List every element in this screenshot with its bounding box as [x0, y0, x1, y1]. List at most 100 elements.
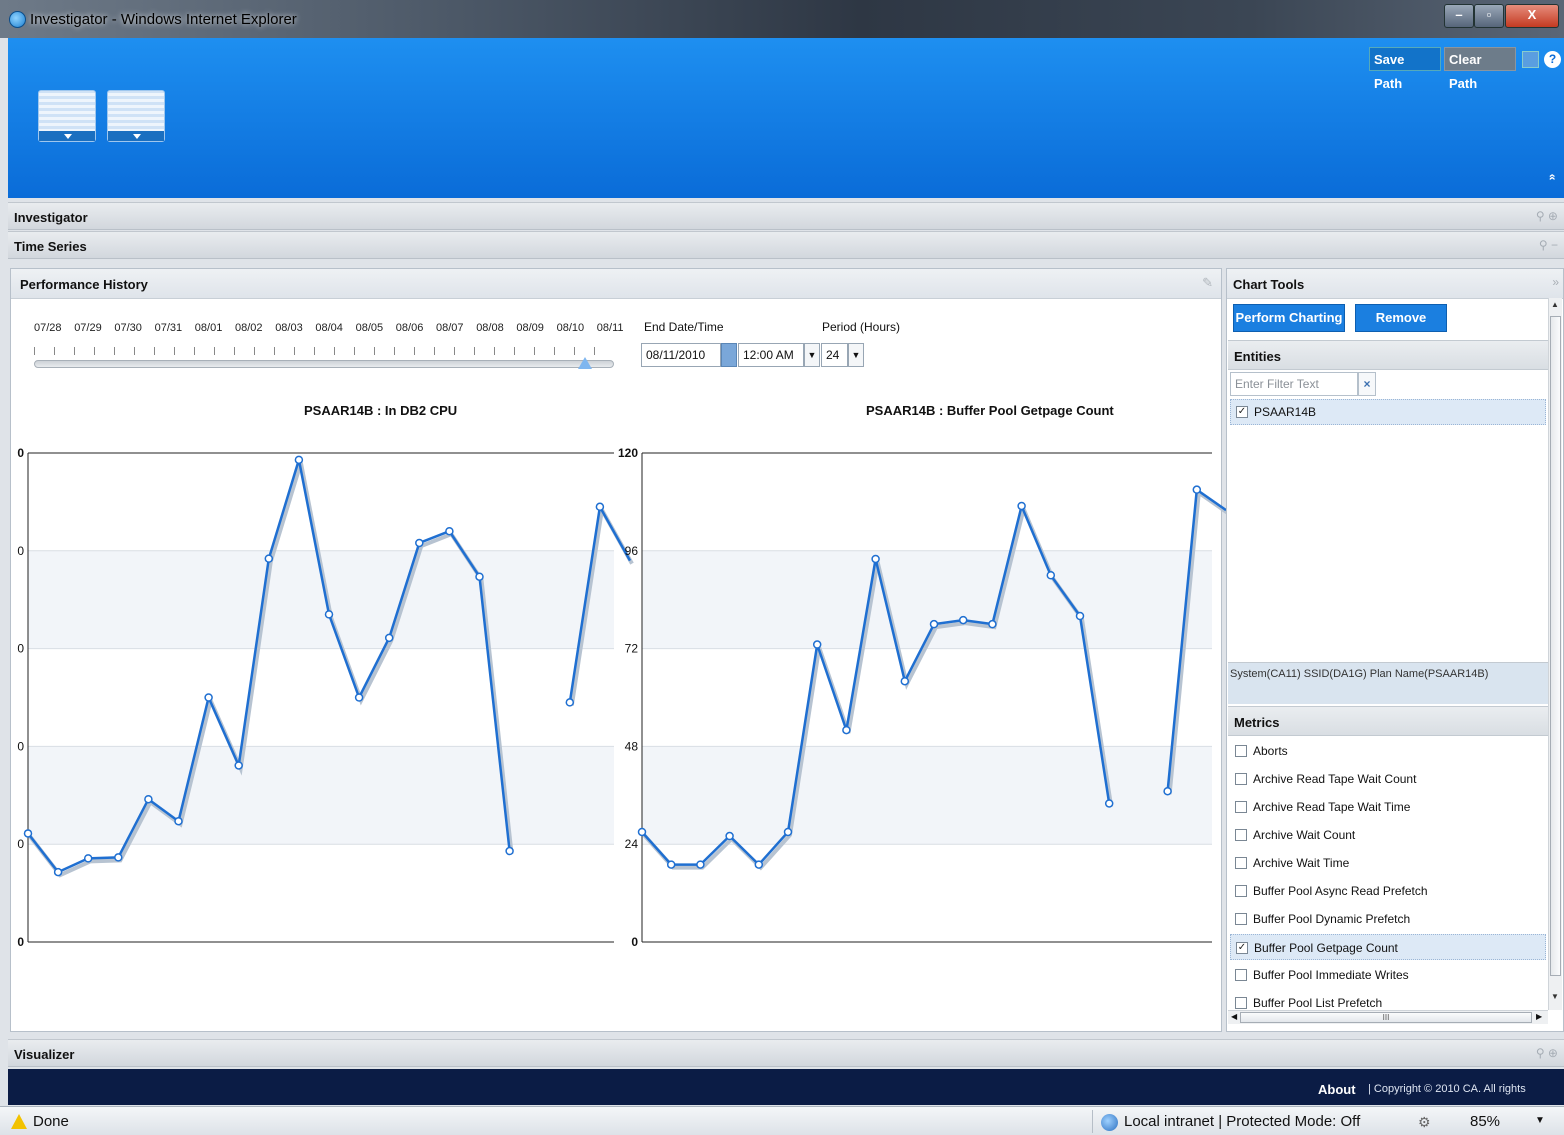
save-path-button[interactable]: Save Path	[1369, 47, 1441, 91]
date-slider-handle[interactable]	[578, 357, 592, 369]
panel-controls-icon[interactable]: ⚲ ⊕	[1536, 209, 1558, 223]
date-label: 08/02	[235, 322, 263, 334]
date-label: 08/11	[596, 322, 624, 334]
entity-label: PSAAR14B	[1254, 405, 1317, 419]
status-separator	[1092, 1110, 1093, 1133]
metric-row[interactable]: Buffer Pool Dynamic Prefetch	[1230, 906, 1546, 932]
zoom-dropdown-icon[interactable]: ▼	[1535, 1115, 1545, 1126]
maximize-button[interactable]: ▫	[1474, 4, 1504, 28]
metric-checkbox[interactable]	[1235, 829, 1247, 841]
expand-icon[interactable]: »	[1552, 275, 1559, 289]
remove-entity-button[interactable]: Remove Entity	[1355, 304, 1447, 351]
metric-row[interactable]: Archive Wait Time	[1230, 850, 1546, 876]
metric-checkbox[interactable]: ✓	[1236, 942, 1248, 954]
metric-checkbox[interactable]	[1235, 857, 1247, 869]
period-label: Period (Hours)	[822, 320, 901, 334]
zoom-level[interactable]: 85%	[1470, 1113, 1500, 1130]
chart-tools-header: Chart Tools »	[1227, 269, 1563, 299]
grid-view-thumbnail[interactable]	[107, 90, 165, 142]
entity-row[interactable]: ✓ PSAAR14B	[1230, 399, 1546, 425]
time-series-bar[interactable]: Time Series ⚲ −	[8, 231, 1564, 259]
ie-icon	[9, 11, 26, 28]
entities-header: Entities	[1228, 340, 1548, 370]
help-icon[interactable]: ?	[1544, 51, 1561, 68]
metric-label: Archive Wait Count	[1253, 828, 1356, 842]
panel-controls-icon[interactable]: ⚲ −	[1539, 238, 1558, 252]
performance-history-header: Performance History ✎	[11, 269, 1221, 299]
chevron-down-icon	[133, 134, 141, 139]
calendar-icon[interactable]	[721, 343, 737, 367]
metric-row[interactable]: Archive Read Tape Wait Count	[1230, 766, 1546, 792]
date-label: 08/04	[315, 322, 343, 334]
warning-icon	[11, 1114, 27, 1129]
metric-checkbox[interactable]	[1235, 885, 1247, 897]
metric-checkbox[interactable]	[1235, 745, 1247, 757]
metric-row[interactable]: Archive Wait Count	[1230, 822, 1546, 848]
metric-label: Aborts	[1253, 744, 1288, 758]
metric-row[interactable]: Aborts	[1230, 738, 1546, 764]
vertical-scrollbar[interactable]: ▲ ▼	[1548, 298, 1562, 1010]
minimize-button[interactable]: –	[1444, 4, 1474, 28]
investigator-bar[interactable]: Investigator ⚲ ⊕	[8, 202, 1564, 230]
entity-description: System(CA11) SSID(DA1G) Plan Name(PSAAR1…	[1228, 662, 1548, 704]
metric-row[interactable]: ✓ Buffer Pool Getpage Count	[1230, 934, 1546, 960]
performance-history-title: Performance History	[20, 277, 148, 292]
app-header: Save Path Clear Path ? »	[8, 38, 1564, 198]
app-footer: About | Copyright © 2010 CA. All rights	[8, 1069, 1564, 1105]
date-label: 07/31	[154, 322, 183, 334]
period-dropdown-icon[interactable]: ▼	[848, 343, 864, 367]
metric-checkbox[interactable]	[1235, 913, 1247, 925]
metric-label: Buffer Pool Getpage Count	[1254, 941, 1398, 955]
window-title: Investigator - Windows Internet Explorer	[30, 11, 297, 28]
date-label: 08/08	[476, 322, 504, 334]
end-time-field[interactable]: 12:00 AM	[738, 343, 804, 367]
scroll-up-icon[interactable]: ▲	[1551, 300, 1559, 309]
entities-label: Entities	[1234, 349, 1281, 364]
hscroll-thumb[interactable]: III	[1240, 1012, 1532, 1023]
browser-status-bar: Done Local intranet | Protected Mode: Of…	[0, 1106, 1564, 1135]
metric-row[interactable]: Archive Read Tape Wait Time	[1230, 794, 1546, 820]
metric-row[interactable]: Buffer Pool Async Read Prefetch	[1230, 878, 1546, 904]
chevron-down-icon	[64, 134, 72, 139]
clear-path-button[interactable]: Clear Path	[1444, 47, 1516, 91]
date-label: 08/09	[516, 322, 544, 334]
metrics-header: Metrics	[1228, 706, 1548, 736]
window-titlebar: Investigator - Windows Internet Explorer…	[0, 0, 1564, 38]
metric-checkbox[interactable]	[1235, 997, 1247, 1009]
scroll-right-icon[interactable]: ▶	[1536, 1012, 1542, 1021]
date-label: 08/03	[275, 322, 303, 334]
metric-row[interactable]: Buffer Pool Immediate Writes	[1230, 962, 1546, 988]
metric-checkbox[interactable]	[1235, 969, 1247, 981]
date-label: 08/07	[436, 322, 464, 334]
status-text: Done	[33, 1113, 69, 1130]
perform-charting-button[interactable]: Perform Charting	[1233, 304, 1345, 332]
clear-filter-icon[interactable]: ×	[1358, 372, 1376, 396]
period-field[interactable]: 24	[821, 343, 848, 367]
metric-checkbox[interactable]	[1235, 801, 1247, 813]
chart-tools-title: Chart Tools	[1233, 277, 1305, 292]
scroll-thumb[interactable]	[1550, 316, 1561, 976]
close-window-button[interactable]: X	[1505, 4, 1559, 28]
scroll-left-icon[interactable]: ◀	[1231, 1012, 1237, 1021]
protected-mode-icon[interactable]: ⚙	[1418, 1114, 1431, 1131]
grid-view-thumbnail[interactable]	[38, 90, 96, 142]
visualizer-bar[interactable]: Visualizer ⚲ ⊕	[8, 1039, 1564, 1067]
metric-label: Archive Wait Time	[1253, 856, 1350, 870]
entity-filter-input[interactable]: Enter Filter Text	[1230, 372, 1358, 396]
about-link[interactable]: About	[1318, 1082, 1356, 1097]
metric-label: Buffer Pool Immediate Writes	[1253, 968, 1409, 982]
scroll-down-icon[interactable]: ▼	[1551, 992, 1559, 1001]
edit-icon[interactable]: ✎	[1202, 275, 1213, 291]
panel-controls-icon[interactable]: ⚲ ⊕	[1536, 1046, 1558, 1060]
time-dropdown-icon[interactable]: ▼	[804, 343, 820, 367]
end-date-field[interactable]: 08/11/2010	[641, 343, 721, 367]
collapse-header-icon[interactable]: »	[1544, 174, 1558, 181]
metric-checkbox[interactable]	[1235, 773, 1247, 785]
date-label: 08/01	[194, 322, 223, 334]
chart-title-getpage: PSAAR14B : Buffer Pool Getpage Count	[866, 403, 1114, 418]
entity-checkbox[interactable]: ✓	[1236, 406, 1248, 418]
search-icon[interactable]	[1522, 51, 1539, 68]
metric-label: Buffer Pool Dynamic Prefetch	[1253, 912, 1411, 926]
horizontal-scrollbar[interactable]: ◀ III ▶	[1228, 1010, 1548, 1024]
date-slider-track[interactable]	[34, 360, 614, 368]
